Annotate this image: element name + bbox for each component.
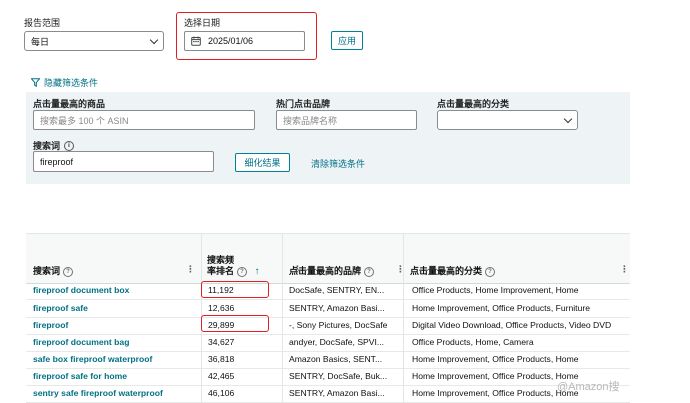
clear-filters-link[interactable]: 清除筛选条件 [311,157,365,170]
top-brand-input[interactable]: 搜索品牌名称 [276,110,417,130]
column-header-rank-line1: 搜索频 [207,255,235,265]
column-divider [201,282,202,402]
chevron-down-icon [149,35,159,44]
sort-ascending-icon[interactable]: ↑ [255,266,260,277]
table-row: fireproof document bag 34,627 andyer, Do… [26,334,630,352]
report-range-select[interactable]: 每日 [24,31,164,51]
category-value: Home Improvement, Office Products, Furni… [412,303,590,313]
brand-value: -, Sony Pictures, DocSafe [289,320,388,330]
filter-funnel-icon [31,78,40,87]
category-value: Digital Video Download, Office Products,… [412,320,612,330]
search-term-input[interactable]: fireproof [33,151,214,172]
column-header-term[interactable]: 搜索词? ⋮ [26,234,195,283]
column-header-category-label: 点击量最高的分类 [410,266,483,276]
category-value: Home Improvement, Office Products, Home [412,354,579,364]
chevron-down-icon [563,114,573,123]
top-brand-label: 热门点击品牌 [276,99,331,109]
search-term-link[interactable]: fireproof safe for home [33,368,193,385]
top-category-label: 点击量最高的分类 [437,99,510,109]
table-row: fireproof 29,899 -, Sony Pictures, DocSa… [26,317,630,335]
brand-value: Amazon Basics, SENT... [289,354,383,364]
highlight-box-date [176,12,317,60]
rank-value: 46,106 [208,388,235,398]
column-divider [282,282,283,402]
brand-value: andyer, DocSafe, SPVI... [289,337,385,347]
search-term-link[interactable]: safe box fireproof waterproof [33,351,193,368]
help-icon[interactable]: ? [485,266,496,277]
help-icon[interactable]: ? [63,266,74,277]
table-header: 搜索词? ⋮ 搜索频 率排名? ↑ ⋮ 点击量最高的品牌? ⋮ 点击量最高的分类… [26,233,630,284]
brand-value: SENTRY, DocSafe, Buk... [289,371,388,381]
table-row: fireproof safe for home 42,465 SENTRY, D… [26,368,630,386]
category-value: Office Products, Home Improvement, Home [412,285,579,295]
search-term-link[interactable]: fireproof [33,317,193,334]
search-term-link[interactable]: fireproof safe [33,300,193,317]
column-header-term-label: 搜索词 [33,266,61,276]
brand-value: SENTRY, Amazon Basi... [289,388,385,398]
info-icon[interactable]: i [64,140,75,151]
column-menu-icon[interactable]: ⋮ [620,264,629,275]
top-product-label: 点击量最高的商品 [33,99,106,109]
column-header-rank-line2: 率排名 [207,266,235,276]
table-row: fireproof document box 11,192 DocSafe, S… [26,282,630,300]
refine-results-button[interactable]: 细化结果 [235,153,290,172]
column-header-category[interactable]: 点击量最高的分类? ⋮ [403,234,630,283]
rank-value: 36,818 [208,354,235,364]
column-divider [403,282,404,402]
hide-filters-toggle[interactable]: 隐藏筛选条件 [31,76,98,89]
top-product-input[interactable]: 搜索最多 100 个 ASIN [33,110,255,130]
report-range-value: 每日 [31,36,50,47]
top-category-select[interactable] [437,110,578,130]
hide-filters-label: 隐藏筛选条件 [44,78,99,88]
table-row: fireproof safe 12,636 SENTRY, Amazon Bas… [26,300,630,318]
search-term-link[interactable]: sentry safe fireproof waterproof [33,385,193,402]
watermark: @Amazon搜 [557,381,620,393]
help-icon[interactable]: ? [364,266,375,277]
table-row: safe box fireproof waterproof 36,818 Ama… [26,351,630,369]
rank-value: 34,627 [208,337,235,347]
apply-button[interactable]: 应用 [331,31,363,50]
column-menu-icon[interactable]: ⋮ [186,264,195,275]
column-header-rank[interactable]: 搜索频 率排名? ↑ ⋮ [201,234,302,283]
brand-value: SENTRY, Amazon Basi... [289,303,385,313]
highlight-box-rank-1 [201,281,269,298]
help-icon[interactable]: ? [237,266,248,277]
search-term-link[interactable]: fireproof document box [33,282,193,299]
rank-value: 42,465 [208,371,235,381]
highlight-box-rank-3 [201,315,269,332]
column-header-brand[interactable]: 点击量最高的品牌? ⋮ [282,234,405,283]
category-value: Office Products, Home, Camera [412,337,534,347]
table-row: sentry safe fireproof waterproof 46,106 … [26,385,630,403]
brand-value: DocSafe, SENTRY, EN... [289,285,385,295]
report-range-label: 报告范围 [24,18,61,28]
search-term-link[interactable]: fireproof document bag [33,334,193,351]
column-header-brand-label: 点击量最高的品牌 [289,266,362,276]
